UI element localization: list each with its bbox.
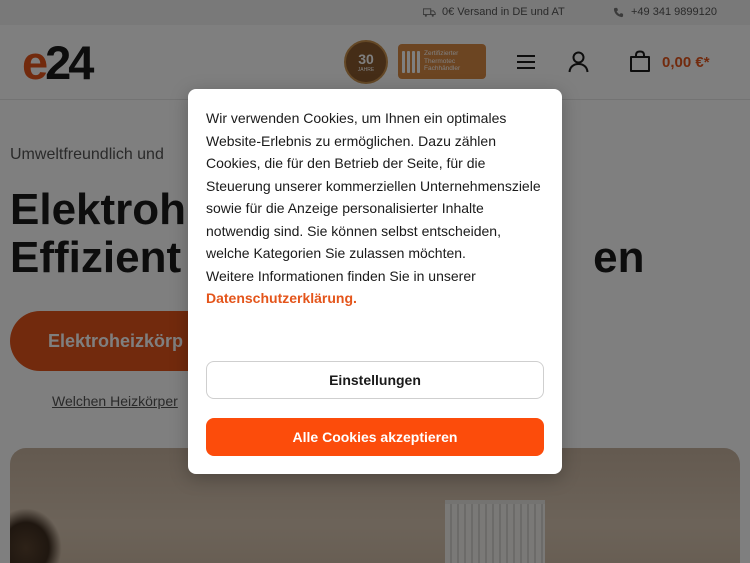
cookie-consent-dialog: Wir verwenden Cookies, um Ihnen ein opti…: [188, 89, 562, 474]
cookie-body-text: Wir verwenden Cookies, um Ihnen ein opti…: [206, 110, 541, 261]
cookie-settings-button[interactable]: Einstellungen: [206, 361, 544, 399]
cookie-more-info-text: Weitere Informationen finden Sie in unse…: [206, 267, 476, 284]
accept-all-cookies-button[interactable]: Alle Cookies akzeptieren: [206, 418, 544, 456]
privacy-policy-link[interactable]: Datenschutzerklärung.: [206, 290, 357, 306]
cookie-text: Wir verwenden Cookies, um Ihnen ein opti…: [206, 107, 546, 310]
